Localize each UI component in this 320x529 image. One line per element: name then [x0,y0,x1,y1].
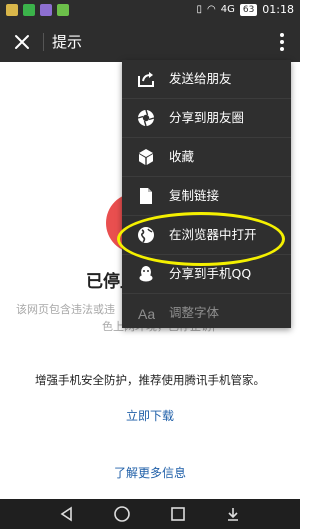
favorite-cube-icon [139,149,153,165]
notification-app-icon [40,4,52,16]
menu-item-label: 分享到手机QQ [169,266,252,281]
menu-item-label: 发送给朋友 [169,71,232,86]
recent-apps-icon[interactable] [169,505,187,523]
notification-icons [6,4,69,16]
svg-text:Aa: Aa [138,306,155,322]
security-promo-text: 增强手机安全防护，推荐使用腾讯手机管家。 [35,373,265,387]
status-bar: ▯ ◠ 4G 63 01:18 [0,0,300,22]
share-arrow-icon [138,72,154,87]
menu-item-label: 调整字体 [169,305,220,320]
battery-indicator: 63 [239,4,258,16]
clock: 01:18 [262,3,294,16]
navigation-bar [0,499,300,529]
title-bar: 提示 [0,22,300,62]
menu-item-share-moments[interactable]: 分享到朋友圈 [122,99,291,137]
menu-item-favorite[interactable]: 收藏 [122,138,291,176]
more-options-icon[interactable] [278,31,286,53]
menu-item-copy-link[interactable]: 复制链接 [122,177,291,215]
options-menu: 发送给朋友 分享到朋友圈 收藏 复制链接 在浏览器中打开 分享到手机QQ Aa … [122,60,291,328]
menu-item-label: 分享到朋友圈 [169,110,245,125]
vibrate-icon: ▯ [196,4,202,15]
font-size-icon: Aa [138,306,155,322]
moments-aperture-icon [137,109,155,127]
page-title: 提示 [52,33,83,51]
qq-penguin-icon [139,266,153,282]
menu-item-send-to-friend[interactable]: 发送给朋友 [122,60,291,98]
download-link[interactable]: 立即下载 [0,408,300,424]
system-indicators: ▯ ◠ 4G 63 01:18 [196,4,294,16]
highlight-annotation [117,212,285,266]
document-icon [140,188,152,204]
notification-app-icon [6,4,18,16]
more-info-link[interactable]: 了解更多信息 [0,465,300,481]
home-icon[interactable] [113,505,131,523]
title-divider [43,33,44,51]
wechat-notification-icon [23,4,35,16]
notification-pull-icon[interactable] [224,505,242,523]
menu-item-label: 收藏 [169,149,195,164]
wifi-icon: ◠ [206,4,216,15]
menu-item-label: 复制链接 [169,188,220,203]
back-icon[interactable] [58,505,76,523]
menu-item-adjust-font[interactable]: Aa 调整字体 [122,294,291,328]
signal-icon: 4G [220,4,235,15]
notification-app-icon [57,4,69,16]
blocked-description-line1: 该网页包含违法或违 [16,303,115,316]
close-icon[interactable] [10,30,34,54]
